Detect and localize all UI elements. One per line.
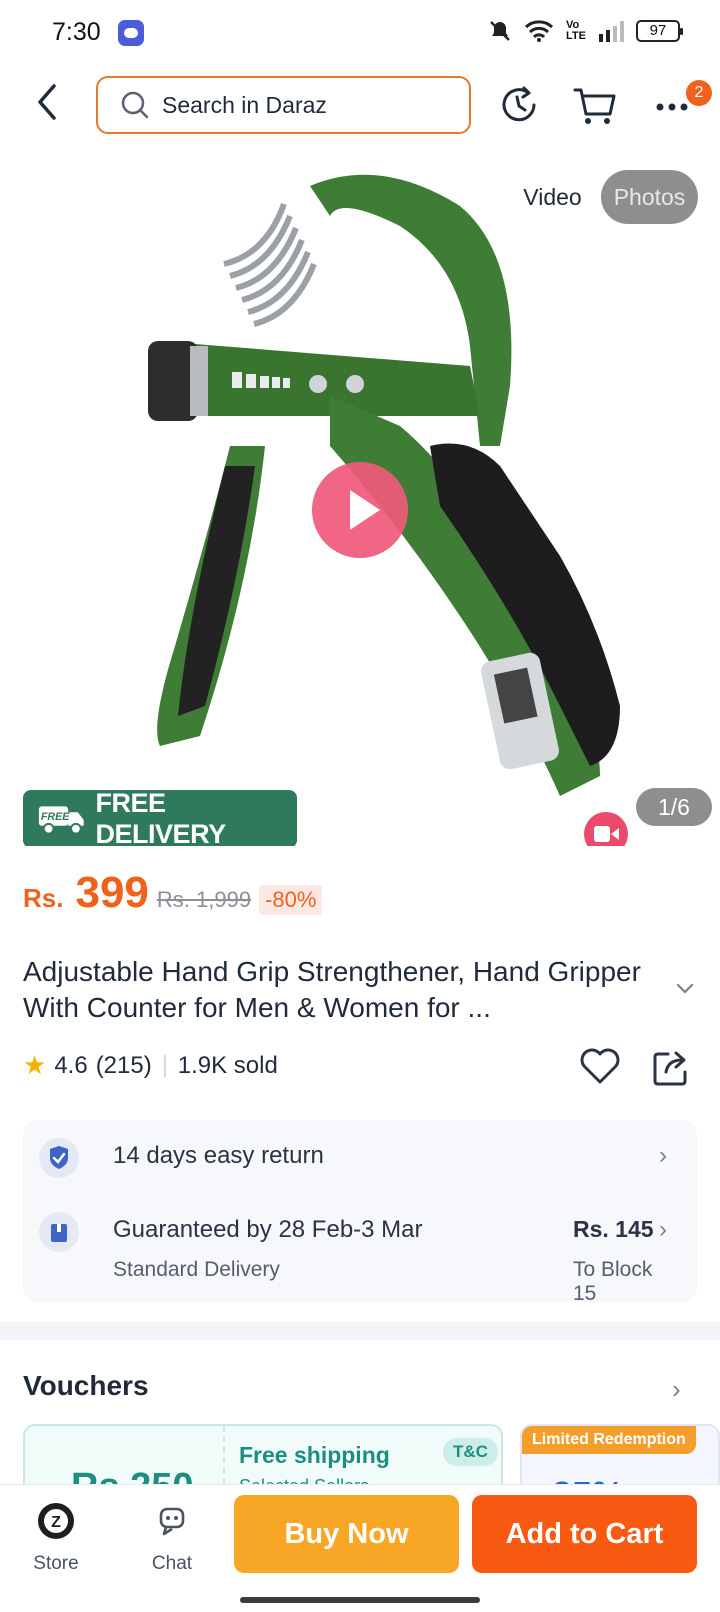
- delivery-guarantee-text: Guaranteed by 28 Feb-3 Mar: [113, 1216, 423, 1243]
- weather-app-icon: [118, 20, 144, 46]
- chat-tab[interactable]: Chat: [132, 1501, 212, 1575]
- home-indicator[interactable]: [240, 1597, 480, 1603]
- chevron-right-icon: ›: [659, 1142, 667, 1169]
- free-tag: FREE: [41, 811, 70, 823]
- search-placeholder: Search in Daraz: [162, 91, 327, 118]
- product-gallery[interactable]: Video Photos FREE FREE DELIVERY 1/6: [0, 146, 720, 846]
- tab-video[interactable]: Video: [504, 170, 601, 224]
- volte-icon: Vo LTE: [566, 19, 586, 42]
- shield-check-icon: [39, 1138, 79, 1178]
- mute-icon: [490, 21, 510, 41]
- share-icon[interactable]: [652, 1048, 692, 1088]
- history-icon[interactable]: [496, 82, 542, 128]
- delivery-truck-icon: FREE: [38, 806, 84, 835]
- package-icon: [39, 1212, 79, 1252]
- product-title: Adjustable Hand Grip Strengthener, Hand …: [23, 956, 641, 1023]
- rating-row[interactable]: ★ 4.6 (215) 1.9K sold: [23, 1050, 278, 1081]
- voucher-title: Free shipping: [239, 1442, 390, 1468]
- store-label: Store: [33, 1553, 79, 1574]
- buy-now-button[interactable]: Buy Now: [234, 1495, 459, 1573]
- original-price: Rs. 1,999: [156, 887, 252, 912]
- wifi-icon: [525, 20, 554, 42]
- media-toggle[interactable]: Video Photos: [504, 170, 698, 224]
- delivery-type-text: Standard Delivery: [113, 1258, 280, 1281]
- vouchers-heading: Vouchers: [23, 1370, 149, 1401]
- cart-icon[interactable]: [572, 82, 618, 128]
- price-row: Rs. 399 Rs. 1,999 -80%: [23, 868, 323, 918]
- bottom-action-bar: Z Store Chat Buy Now Add to Cart: [0, 1484, 720, 1612]
- delivery-row[interactable]: Guaranteed by 28 Feb-3 Mar Standard Deli…: [39, 1212, 681, 1305]
- image-counter: 1/6: [636, 788, 712, 826]
- expand-title-chevron-icon[interactable]: [674, 982, 696, 996]
- rating-value: 4.6: [54, 1051, 88, 1079]
- search-input[interactable]: Search in Daraz: [96, 76, 471, 134]
- sold-count: 1.9K sold: [177, 1051, 278, 1079]
- chat-icon: [159, 1507, 185, 1536]
- signal-icon: [599, 21, 624, 42]
- vouchers-chevron-icon[interactable]: ›: [672, 1374, 681, 1405]
- delivery-fee: Rs. 145: [573, 1216, 654, 1242]
- store-tab[interactable]: Z Store: [16, 1501, 96, 1575]
- return-policy-text: 14 days easy return: [113, 1142, 324, 1169]
- review-count: (215): [95, 1051, 152, 1079]
- divider: [163, 1054, 166, 1077]
- heart-icon[interactable]: [578, 1046, 622, 1086]
- svg-text:Z: Z: [51, 1514, 61, 1531]
- section-divider: [0, 1322, 720, 1340]
- battery-indicator: 97: [636, 20, 683, 42]
- search-icon: [121, 91, 149, 119]
- chat-label: Chat: [151, 1553, 193, 1574]
- free-delivery-banner: FREE FREE DELIVERY: [23, 788, 297, 846]
- video-camera-icon[interactable]: [584, 812, 628, 846]
- top-header: Search in Daraz 2: [0, 66, 720, 146]
- limited-redemption-badge: Limited Redemption: [522, 1426, 696, 1454]
- star-icon: ★: [23, 1050, 47, 1080]
- status-bar: 7:30 Vo LTE 97: [0, 0, 720, 66]
- chevron-right-icon: ›: [659, 1216, 667, 1243]
- store-icon: Z: [38, 1503, 74, 1539]
- back-arrow-icon[interactable]: [30, 80, 70, 124]
- status-time: 7:30: [52, 18, 101, 46]
- play-video-button[interactable]: [312, 462, 408, 558]
- free-delivery-text: FREE DELIVERY: [95, 788, 227, 846]
- terms-button[interactable]: T&C: [443, 1438, 498, 1466]
- notification-badge: 2: [686, 80, 712, 106]
- currency-label: Rs.: [23, 883, 64, 913]
- current-price: 399: [75, 868, 149, 917]
- return-policy-row[interactable]: 14 days easy return ›: [39, 1138, 681, 1194]
- tab-photos[interactable]: Photos: [601, 170, 698, 224]
- service-info-card: 14 days easy return › Guaranteed by 28 F…: [23, 1120, 697, 1305]
- discount-badge: -80%: [259, 885, 323, 915]
- delivery-location: To Block 15: [573, 1258, 653, 1305]
- status-icons: Vo LTE 97: [488, 19, 683, 43]
- add-to-cart-button[interactable]: Add to Cart: [472, 1495, 697, 1573]
